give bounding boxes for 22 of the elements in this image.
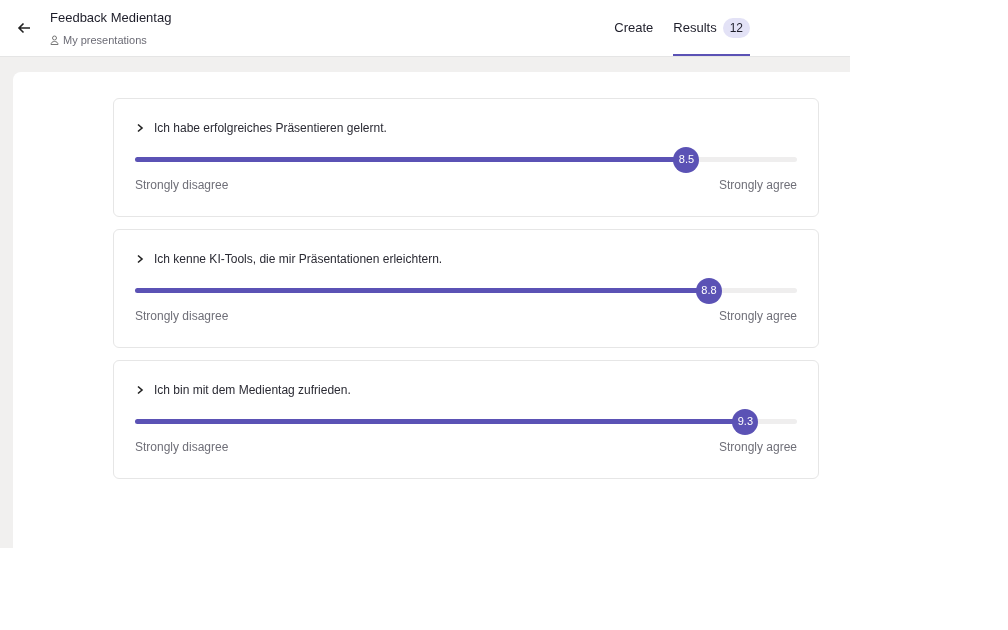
expand-chevron-icon[interactable] bbox=[135, 254, 145, 264]
question-text: Ich bin mit dem Medientag zufrieden. bbox=[154, 382, 351, 399]
min-label: Strongly disagree bbox=[135, 308, 229, 325]
min-label: Strongly disagree bbox=[135, 439, 229, 456]
person-icon bbox=[50, 34, 59, 45]
expand-chevron-icon[interactable] bbox=[135, 385, 145, 395]
question-text: Ich kenne KI-Tools, die mir Präsentationen erleichtern. bbox=[154, 251, 443, 268]
slider-thumb: 8.8 bbox=[695, 277, 722, 304]
breadcrumb-link[interactable]: My presentations bbox=[50, 31, 172, 48]
presentation-title: Feedback Medientag bbox=[50, 9, 172, 27]
question-text: Ich habe erfolgreiches Präsentieren gelernt. bbox=[154, 120, 387, 137]
min-label: Strongly disagree bbox=[135, 177, 229, 194]
tab[interactable]: Results 12 bbox=[673, 0, 750, 56]
slider-thumb: 8.5 bbox=[673, 146, 700, 173]
max-label: Strongly agree bbox=[718, 308, 797, 325]
tab[interactable]: Create bbox=[614, 0, 654, 56]
slider-thumb: 9.3 bbox=[732, 408, 759, 435]
back-button[interactable] bbox=[16, 20, 32, 36]
count-badge: 12 bbox=[722, 18, 750, 38]
expand-chevron-icon[interactable] bbox=[135, 123, 145, 133]
max-label: Strongly agree bbox=[718, 439, 797, 456]
max-label: Strongly agree bbox=[718, 177, 797, 194]
